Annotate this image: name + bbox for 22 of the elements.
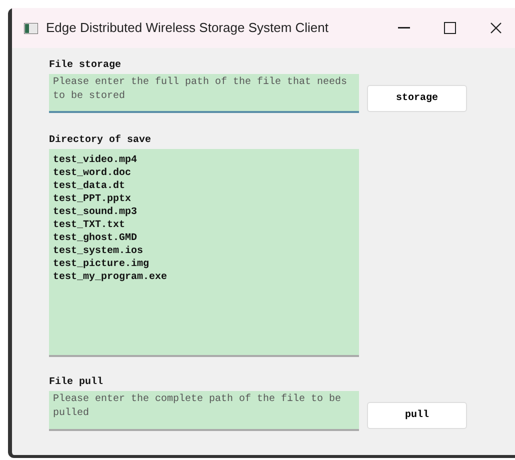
file-name: test_system.ios <box>53 245 144 258</box>
minimize-icon <box>398 27 410 29</box>
close-icon <box>490 22 502 34</box>
file-name: test_picture.img <box>53 258 150 271</box>
app-icon <box>24 22 38 34</box>
file-name: test_video.mp4 <box>53 154 138 167</box>
maximize-icon <box>444 22 456 34</box>
path-input-field[interactable]: Please enter the complete path of the file to be pulled <box>49 391 359 431</box>
file-name: test_sound.mp3 <box>53 206 138 219</box>
file-name: test_data.dt <box>53 180 126 193</box>
file-name: test_PPT.pptx <box>53 193 132 206</box>
file-name: test_my_program.exe <box>53 271 168 284</box>
pull-button[interactable]: pull <box>367 402 467 429</box>
storage-button[interactable]: storage <box>367 85 467 112</box>
file-name: test_word.doc <box>53 167 132 180</box>
section-label: Directory of save <box>49 134 152 147</box>
path-input-field[interactable]: Please enter the full path of the file that needs to be stored <box>49 74 359 113</box>
file-name: test_TXT.txt <box>53 219 126 232</box>
window-title: Edge Distributed Wireless Storage System Client <box>46 19 329 38</box>
section-label: File pull <box>49 376 104 389</box>
file-name: test_ghost.GMD <box>53 232 138 245</box>
section-label: File storage <box>49 58 122 72</box>
